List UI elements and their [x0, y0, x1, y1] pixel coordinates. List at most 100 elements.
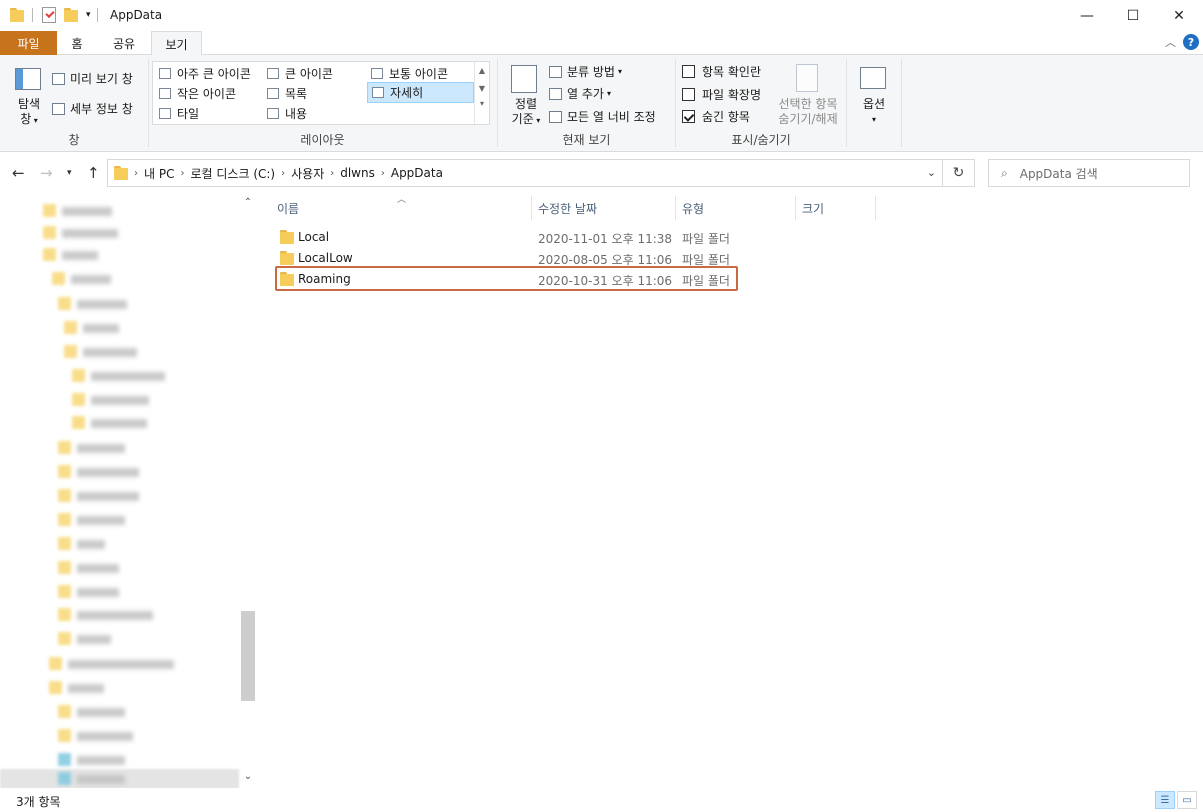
tab-view[interactable]: 보기: [151, 31, 202, 56]
tree-item[interactable]: [0, 245, 239, 263]
chevron-right-icon[interactable]: ›: [134, 168, 138, 179]
navigation-pane-scrollbar[interactable]: ⌃ ⌄: [239, 193, 257, 788]
tree-item[interactable]: [0, 750, 239, 768]
maximize-button[interactable]: ☐: [1110, 0, 1156, 31]
up-arrow-icon[interactable]: ↑: [87, 164, 100, 182]
breadcrumb-this-pc[interactable]: 내 PC: [144, 165, 174, 182]
file-extensions-toggle[interactable]: 파일 확장명: [682, 85, 761, 104]
column-header-type[interactable]: 유형: [682, 200, 704, 217]
file-row[interactable]: Local 2020-11-01 오후 11:38 파일 폴더: [277, 226, 737, 247]
file-name: Local: [298, 230, 330, 244]
preview-pane-button[interactable]: 미리 보기 창: [52, 69, 133, 88]
details-view-button[interactable]: ☰: [1155, 791, 1175, 809]
file-extensions-checkbox[interactable]: [682, 88, 695, 101]
file-row[interactable]: LocalLow 2020-08-05 오후 11:06 파일 폴더: [277, 247, 737, 268]
navigation-bar: ← → ▾ ↑ › 내 PC › 로컬 디스크 (C:) › 사용자 › dlw…: [0, 152, 1203, 193]
details-pane-button[interactable]: 세부 정보 창: [52, 99, 133, 118]
preview-pane-label: 미리 보기 창: [70, 72, 133, 86]
column-header-name[interactable]: 이름: [277, 200, 299, 217]
details-pane-label: 세부 정보 창: [70, 102, 133, 116]
tree-item[interactable]: [0, 318, 239, 336]
column-divider[interactable]: [795, 196, 796, 220]
tree-item[interactable]: [0, 390, 239, 408]
breadcrumb-appdata[interactable]: AppData: [391, 166, 443, 180]
customize-toolbar-icon[interactable]: ▾: [86, 10, 91, 20]
tree-item[interactable]: [0, 654, 239, 672]
address-bar[interactable]: › 내 PC › 로컬 디스크 (C:) › 사용자 › dlwns › App…: [107, 159, 943, 187]
tree-item[interactable]: [0, 342, 239, 360]
tree-item[interactable]: [0, 558, 239, 576]
tree-item[interactable]: [0, 629, 239, 647]
chevron-right-icon[interactable]: ›: [381, 168, 385, 179]
chevron-down-icon[interactable]: ⌄: [927, 166, 936, 179]
tree-item[interactable]: [0, 413, 239, 431]
column-divider[interactable]: [531, 196, 532, 220]
sort-by-label: 기준: [511, 112, 534, 126]
minimize-button[interactable]: —: [1064, 0, 1110, 31]
tree-item[interactable]: [0, 678, 239, 696]
tree-item[interactable]: [0, 462, 239, 480]
new-folder-icon[interactable]: [64, 7, 78, 23]
tree-item[interactable]: [0, 438, 239, 456]
properties-icon[interactable]: [42, 7, 56, 23]
breadcrumb-user[interactable]: dlwns: [340, 166, 375, 180]
item-checkboxes-checkbox[interactable]: [682, 65, 695, 78]
search-input[interactable]: ⌕ AppData 검색: [988, 159, 1190, 187]
column-divider[interactable]: [875, 196, 876, 220]
tree-item[interactable]: [0, 366, 239, 384]
layout-group: 레이아웃: [150, 55, 495, 152]
forward-arrow-icon[interactable]: →: [40, 164, 53, 182]
tree-item[interactable]: [0, 605, 239, 623]
fit-columns-button[interactable]: 모든 열 너비 조정: [549, 107, 656, 126]
chevron-up-icon[interactable]: ⌃: [239, 197, 257, 208]
hidden-items-toggle[interactable]: 숨긴 항목: [682, 107, 750, 126]
sort-by-icon[interactable]: [511, 65, 537, 93]
item-checkboxes-toggle[interactable]: 항목 확인란: [682, 62, 761, 81]
add-columns-button[interactable]: 열 추가 ▾: [549, 84, 611, 103]
folder-icon: [114, 165, 128, 181]
tree-item[interactable]: [0, 223, 239, 241]
options-button[interactable]: 옵션 ▾: [852, 97, 896, 127]
navigation-pane-icon[interactable]: [15, 68, 41, 90]
tree-item[interactable]: [0, 269, 239, 287]
tree-item-selected[interactable]: [0, 769, 239, 788]
tab-share[interactable]: 공유: [100, 31, 148, 55]
breadcrumb-local-disk[interactable]: 로컬 디스크 (C:): [190, 165, 275, 182]
column-divider[interactable]: [675, 196, 676, 220]
chevron-down-icon[interactable]: ⌄: [239, 771, 257, 782]
hidden-items-checkbox[interactable]: [682, 110, 695, 123]
file-name: LocalLow: [298, 251, 353, 265]
scrollbar-thumb[interactable]: [241, 611, 255, 701]
tree-item[interactable]: [0, 534, 239, 552]
tree-item[interactable]: [0, 486, 239, 504]
tab-file[interactable]: 파일: [0, 31, 57, 55]
recent-locations-icon[interactable]: ▾: [67, 168, 72, 178]
tree-item[interactable]: [0, 726, 239, 744]
tab-home[interactable]: 홈: [57, 31, 97, 55]
navigation-pane-button[interactable]: 탐색 창 ▾: [14, 97, 44, 128]
folder-icon[interactable]: [10, 7, 24, 23]
chevron-right-icon[interactable]: ›: [330, 168, 334, 179]
minimize-icon: —: [1080, 7, 1094, 24]
large-icons-view-button[interactable]: ▭: [1177, 791, 1197, 809]
close-button[interactable]: ✕: [1156, 0, 1202, 31]
details-view-icon: ☰: [1160, 794, 1170, 806]
collapse-ribbon-icon[interactable]: ︿: [1165, 34, 1176, 50]
tree-item[interactable]: [0, 582, 239, 600]
refresh-button[interactable]: ↻: [943, 159, 975, 187]
options-icon[interactable]: [860, 67, 886, 89]
column-header-size[interactable]: 크기: [802, 200, 824, 217]
back-arrow-icon[interactable]: ←: [12, 164, 25, 182]
chevron-right-icon[interactable]: ›: [281, 168, 285, 179]
column-header-date[interactable]: 수정한 날짜: [538, 200, 597, 217]
sort-by-button[interactable]: 정렬 기준 ▾: [506, 97, 546, 128]
tree-item[interactable]: [0, 201, 239, 219]
tree-item[interactable]: [0, 294, 239, 312]
breadcrumb-users[interactable]: 사용자: [291, 165, 324, 182]
group-by-button[interactable]: 분류 방법 ▾: [549, 62, 622, 81]
help-icon[interactable]: ?: [1183, 34, 1199, 50]
tree-item[interactable]: [0, 510, 239, 528]
tree-item[interactable]: [0, 702, 239, 720]
chevron-right-icon[interactable]: ›: [180, 168, 184, 179]
fit-columns-icon: [549, 110, 562, 123]
